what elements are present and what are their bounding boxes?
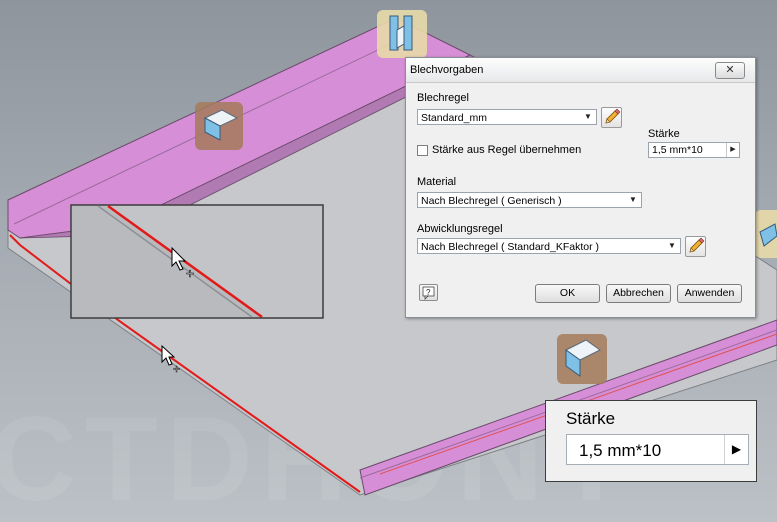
edge-magnifier	[70, 204, 324, 319]
dialog-title: Blechvorgaben	[410, 64, 484, 76]
chevron-down-icon: ▼	[584, 112, 592, 121]
flange-tool-icon[interactable]	[377, 10, 427, 58]
flange-tool-icon[interactable]	[557, 334, 607, 384]
abbrechen-button[interactable]: Abbrechen	[606, 284, 671, 303]
material-dropdown[interactable]: Nach Blechregel ( Generisch ) ▼	[417, 192, 642, 208]
edit-abwicklungsregel-button[interactable]	[685, 236, 706, 257]
help-icon: ?	[422, 286, 435, 300]
zoom-staerke-label: Stärke	[566, 409, 616, 428]
staerke-label: Stärke	[648, 128, 680, 140]
pencil-icon	[689, 237, 705, 253]
close-button[interactable]: ✕	[715, 62, 745, 79]
arrow-right-icon[interactable]: ▶	[726, 143, 739, 157]
zoom-staerke-value: 1,5 mm*10	[579, 441, 662, 460]
svg-text:+: +	[173, 362, 180, 376]
flange-tool-icon[interactable]	[755, 210, 777, 258]
blechvorgaben-dialog: Blechvorgaben ✕ Blechregel Standard_mm ▼…	[405, 57, 756, 318]
chevron-down-icon: ▼	[629, 195, 637, 204]
edit-blechregel-button[interactable]	[601, 107, 622, 128]
ok-button[interactable]: OK	[535, 284, 600, 303]
flange-tool-icon[interactable]	[195, 102, 243, 150]
abwicklungsregel-value: Nach Blechregel ( Standard_KFaktor )	[421, 241, 600, 253]
staerke-value: 1,5 mm*10	[652, 144, 703, 156]
chevron-down-icon: ▼	[668, 241, 676, 250]
material-value: Nach Blechregel ( Generisch )	[421, 195, 562, 207]
arrow-right-icon[interactable]: ▶	[724, 435, 748, 464]
abwicklungsregel-dropdown[interactable]: Nach Blechregel ( Standard_KFaktor ) ▼	[417, 238, 681, 254]
pencil-icon	[605, 108, 621, 124]
staerke-input[interactable]: 1,5 mm*10 ▶	[648, 142, 740, 158]
svg-text:+: +	[186, 265, 194, 281]
blechregel-value: Standard_mm	[421, 112, 487, 124]
anwenden-button[interactable]: Anwenden	[677, 284, 742, 303]
blechregel-label: Blechregel	[417, 92, 469, 104]
blechregel-dropdown[interactable]: Standard_mm ▼	[417, 109, 597, 125]
zoom-staerke-input[interactable]: 1,5 mm*10 ▶	[566, 434, 749, 465]
material-label: Material	[417, 176, 457, 188]
svg-text:?: ?	[426, 288, 431, 297]
staerke-aus-regel-checkbox[interactable]	[417, 145, 428, 156]
help-button[interactable]: ?	[419, 284, 438, 301]
staerke-zoom-callout: Stärke 1,5 mm*10 ▶	[545, 400, 757, 482]
dialog-titlebar[interactable]: Blechvorgaben ✕	[406, 58, 755, 83]
close-icon: ✕	[725, 64, 735, 76]
staerke-aus-regel-label: Stärke aus Regel übernehmen	[432, 144, 582, 156]
abwicklungsregel-label: Abwicklungsregel	[417, 223, 503, 235]
